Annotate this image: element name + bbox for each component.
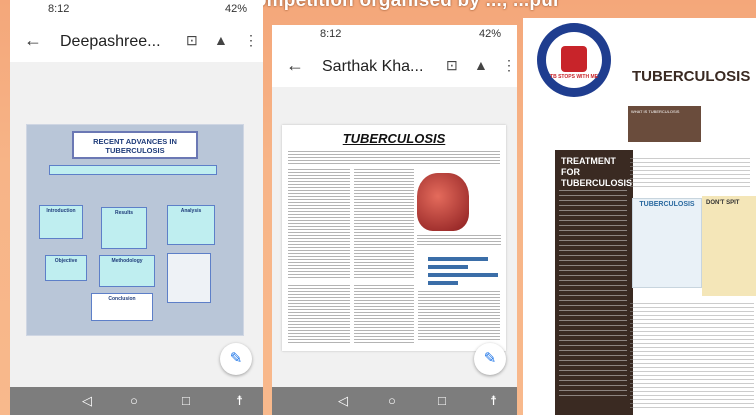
- edit-fab[interactable]: ✎: [220, 343, 252, 375]
- what-is-box: WHAT IS TUBERCULOSIS: [628, 106, 701, 142]
- poster-section-objective: Objective: [45, 255, 87, 281]
- brochure-body-text: [630, 303, 754, 408]
- badge-inner: TB STOPS WITH ME: [546, 32, 602, 88]
- poster-section-conclusion: Conclusion: [91, 293, 153, 321]
- poster-authors: [49, 165, 217, 175]
- status-time: 8:12: [320, 28, 342, 40]
- status-time: 8:12: [48, 3, 70, 15]
- system-nav-bar: ◁ ○ □ ☨: [272, 387, 517, 415]
- edit-fab[interactable]: ✎: [474, 343, 506, 375]
- system-nav-bar: ◁ ○ □ ☨: [10, 387, 263, 415]
- status-bar: 8:12 42%: [10, 0, 263, 20]
- tb-image-label: TUBERCULOSIS: [639, 201, 695, 208]
- phone-screen-1: 8:12 42% ← Deepashree... ⊡ ▲ ⋮ RECENT AD…: [10, 0, 263, 415]
- brochure-left-panel: TB STOPS WITH ME TREATMENT FOR TUBERCULO…: [523, 18, 633, 415]
- phone-screen-2: 8:12 42% ← Sarthak Kha... ⊡ ▲ ⋮ TUBERCUL…: [272, 25, 517, 415]
- brochure-right-panel: TUBERCULOSIS WHAT IS TUBERCULOSIS TUBERC…: [628, 18, 756, 415]
- lungs-illustration: [417, 173, 469, 231]
- battery-status: 42%: [478, 28, 501, 40]
- app-bar: ← Deepashree... ⊡ ▲ ⋮: [10, 22, 263, 62]
- back-arrow-icon[interactable]: ←: [286, 55, 304, 76]
- doc-text-col1b: [288, 285, 350, 345]
- brochure-image: TB STOPS WITH ME TREATMENT FOR TUBERCULO…: [523, 18, 756, 415]
- doc-text-col3b: [418, 291, 500, 341]
- nav-back-icon[interactable]: ◁: [338, 393, 348, 409]
- poster-title: RECENT ADVANCES IN TUBERCULOSIS: [72, 131, 198, 159]
- treatment-text: [559, 190, 627, 400]
- doc-bar: [428, 273, 498, 277]
- nav-recent-icon[interactable]: □: [438, 393, 446, 408]
- poster-section-analysis: Analysis: [167, 205, 215, 245]
- poster-section-methodology: Methodology: [99, 255, 155, 287]
- doc-title: TUBERCULOSIS: [342, 131, 446, 146]
- treatment-heading: TREATMENT FOR TUBERCULOSIS: [561, 156, 633, 188]
- tb-symptoms-image: TUBERCULOSIS: [632, 198, 702, 288]
- doc-text-col2: [354, 169, 414, 279]
- drive-icon[interactable]: ▲: [474, 57, 488, 73]
- dont-spit-label: DON'T SPIT: [706, 200, 740, 206]
- poster-lungs-figure: [167, 253, 211, 303]
- poster-section-results: Results: [101, 207, 147, 249]
- symptoms-text: [630, 158, 750, 188]
- status-bar: 8:12 42%: [272, 25, 517, 45]
- tb-stops-with-me-badge: TB STOPS WITH ME: [537, 23, 611, 97]
- drive-icon[interactable]: ▲: [214, 32, 228, 48]
- what-is-heading: WHAT IS TUBERCULOSIS: [631, 109, 680, 114]
- nav-accessibility-icon[interactable]: ☨: [236, 393, 243, 409]
- lens-icon[interactable]: ⊡: [186, 32, 198, 49]
- doc-bar: [428, 257, 488, 261]
- treatment-panel: TREATMENT FOR TUBERCULOSIS: [555, 150, 633, 415]
- app-bar: ← Sarthak Kha... ⊡ ▲ ⋮: [272, 47, 517, 87]
- poster-image: RECENT ADVANCES IN TUBERCULOSIS Introduc…: [26, 124, 244, 336]
- document-page: TUBERCULOSIS: [282, 125, 506, 351]
- document-title: Deepashree...: [60, 33, 161, 50]
- doc-text-col1: [288, 169, 350, 279]
- brochure-title: TUBERCULOSIS: [632, 68, 751, 85]
- doc-text-col3: [417, 235, 501, 247]
- doc-text-intro: [288, 151, 500, 165]
- doc-bar: [428, 281, 458, 285]
- poster-section-introduction: Introduction: [39, 205, 83, 239]
- battery-status: 42%: [224, 3, 247, 15]
- back-arrow-icon[interactable]: ←: [24, 30, 42, 51]
- nav-recent-icon[interactable]: □: [182, 393, 190, 408]
- badge-text: TB STOPS WITH ME: [550, 74, 598, 80]
- nav-home-icon[interactable]: ○: [130, 393, 138, 408]
- doc-text-col2b: [354, 285, 414, 345]
- nav-accessibility-icon[interactable]: ☨: [490, 393, 497, 409]
- document-viewer: TUBERCULOSIS: [272, 87, 517, 387]
- stop-hand-icon: [561, 46, 587, 72]
- document-title: Sarthak Kha...: [322, 58, 424, 75]
- nav-home-icon[interactable]: ○: [388, 393, 396, 408]
- nav-back-icon[interactable]: ◁: [82, 393, 92, 409]
- more-options-icon[interactable]: ⋮: [244, 32, 258, 49]
- doc-bar: [428, 265, 468, 269]
- lens-icon[interactable]: ⊡: [446, 57, 458, 74]
- document-viewer: RECENT ADVANCES IN TUBERCULOSIS Introduc…: [10, 62, 263, 387]
- more-options-icon[interactable]: ⋮: [502, 57, 516, 74]
- dont-spit-poster: DON'T SPIT: [702, 196, 756, 296]
